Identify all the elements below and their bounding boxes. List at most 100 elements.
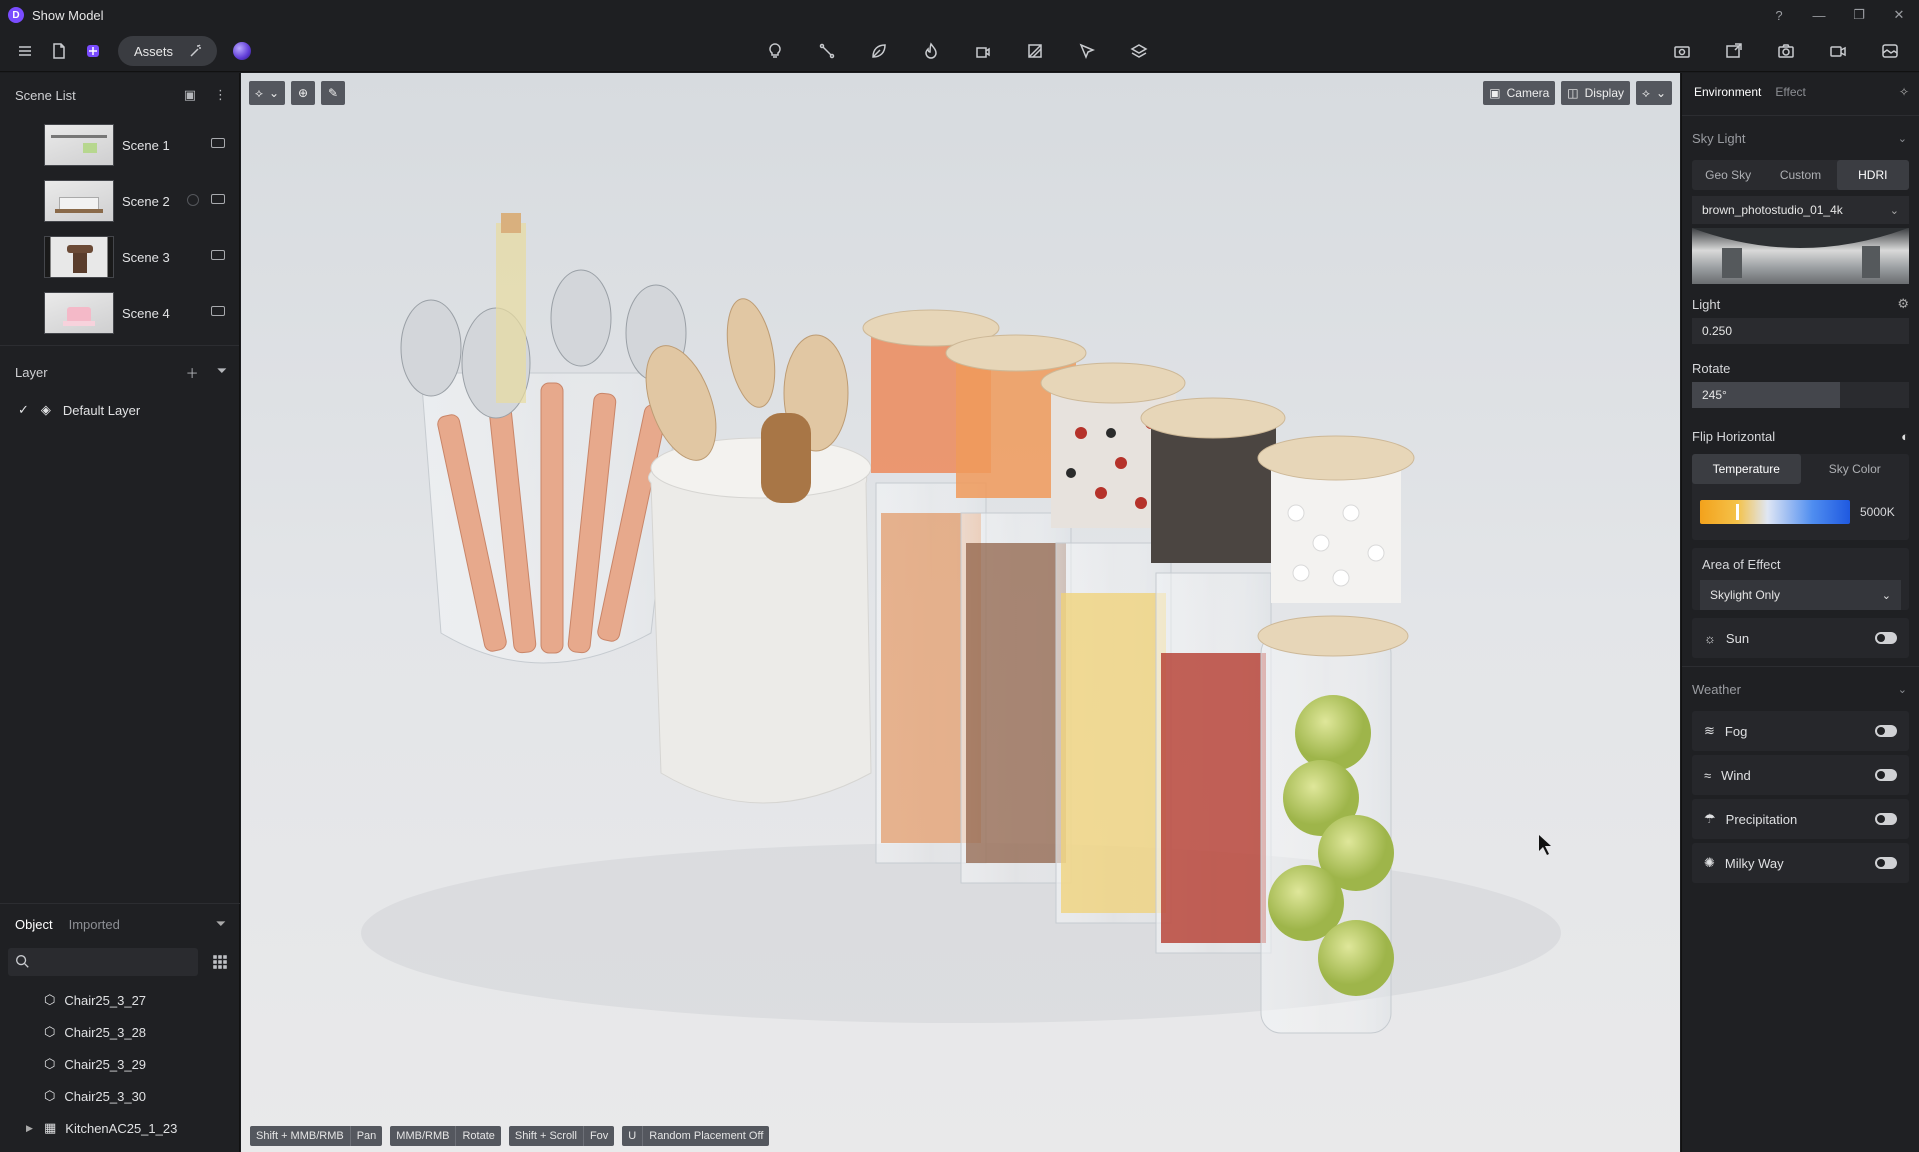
milky-way-toggle[interactable] bbox=[1875, 857, 1897, 869]
precipitation-toggle[interactable] bbox=[1875, 813, 1897, 825]
wind-toggle[interactable] bbox=[1875, 769, 1897, 781]
assets-button[interactable]: Assets bbox=[118, 36, 218, 66]
list-item[interactable]: ⬡ Chair25_3_30 bbox=[0, 1080, 240, 1112]
restore-button[interactable]: ❐ bbox=[1839, 0, 1879, 30]
sparkle-icon[interactable]: ✧ bbox=[1899, 85, 1909, 99]
hint-key: U bbox=[622, 1126, 644, 1146]
pen-tool-icon[interactable] bbox=[1072, 36, 1102, 66]
import-box-icon[interactable] bbox=[968, 36, 998, 66]
light-intensity-input[interactable]: 0.250 bbox=[1692, 318, 1909, 344]
mode-custom[interactable]: Custom bbox=[1764, 160, 1836, 190]
layer-item-default[interactable]: ✓ ◈ Default Layer bbox=[0, 394, 239, 426]
mode-geo-sky[interactable]: Geo Sky bbox=[1692, 160, 1764, 190]
export-image-icon[interactable] bbox=[1719, 36, 1749, 66]
scene-thumbnail bbox=[44, 292, 114, 334]
camera-icon[interactable] bbox=[211, 306, 225, 316]
slider-handle[interactable] bbox=[1736, 504, 1739, 520]
expand-caret-icon[interactable]: ▶ bbox=[26, 1123, 33, 1134]
tab-environment[interactable]: Environment bbox=[1694, 85, 1761, 99]
gizmo-button[interactable]: ⟡ ⌄ bbox=[1636, 81, 1672, 105]
weather-title: Weather bbox=[1692, 681, 1741, 697]
render-camera-icon[interactable] bbox=[1667, 36, 1697, 66]
magic-wand-icon[interactable] bbox=[187, 42, 205, 60]
hdri-select[interactable]: brown_photostudio_01_4k ⌄ bbox=[1692, 196, 1909, 224]
ai-sparkle-icon[interactable] bbox=[78, 36, 108, 66]
hint-key: Shift + Scroll bbox=[509, 1126, 584, 1146]
temperature-value: 5000K bbox=[1860, 505, 1895, 519]
object-search-input[interactable] bbox=[8, 948, 198, 976]
layer-header: Layer ＋ ⏷ bbox=[0, 350, 239, 394]
list-item[interactable]: ⬡ Chair25_3_27 bbox=[0, 984, 240, 1016]
light-settings-icon[interactable]: ⚙ bbox=[1897, 296, 1909, 312]
tab-temperature[interactable]: Temperature bbox=[1692, 454, 1801, 484]
scene-label: Scene 3 bbox=[122, 249, 170, 265]
sun-row: ☼ Sun bbox=[1692, 618, 1909, 658]
list-item[interactable]: ⬡ Chair25_3_29 bbox=[0, 1048, 240, 1080]
section-icon[interactable] bbox=[1020, 36, 1050, 66]
environment-panel: Environment Effect ✧ Sky Light ⌄ Geo Sky… bbox=[1681, 73, 1919, 1152]
eyedropper-icon: ✎ bbox=[327, 86, 339, 100]
file-icon[interactable] bbox=[44, 36, 74, 66]
filter-icon[interactable]: ⏷ bbox=[216, 916, 226, 932]
gallery-icon[interactable] bbox=[1875, 36, 1905, 66]
more-options-icon[interactable]: ⋮ bbox=[214, 87, 227, 103]
list-item[interactable]: ▶ ▦ KitchenAC25_1_23 bbox=[0, 1112, 240, 1144]
scene-label: Scene 2 bbox=[122, 193, 170, 209]
tab-imported[interactable]: Imported bbox=[69, 917, 120, 932]
snap-button[interactable]: ✎ bbox=[321, 81, 345, 105]
tab-object[interactable]: Object bbox=[15, 917, 53, 932]
add-scene-icon[interactable]: ▣ bbox=[184, 87, 196, 103]
leaf-icon[interactable] bbox=[864, 36, 894, 66]
scene-item-1[interactable]: Scene 1 bbox=[0, 117, 239, 173]
sun-toggle[interactable] bbox=[1875, 632, 1897, 644]
scene-thumbnail bbox=[44, 180, 114, 222]
scene-item-4[interactable]: Scene 4 bbox=[0, 285, 239, 341]
tab-effect[interactable]: Effect bbox=[1775, 85, 1805, 99]
material-sphere-icon[interactable] bbox=[233, 42, 252, 60]
camera-icon[interactable] bbox=[211, 250, 225, 260]
3d-viewport[interactable]: ⟡ ⌄ ⊕ ✎ ▣ Camera ◫ Display ⟡ ⌄ Shift + MMB/R… bbox=[241, 73, 1680, 1152]
rotate-slider[interactable]: 245° bbox=[1692, 382, 1909, 408]
camera-button[interactable]: ▣ Camera bbox=[1483, 81, 1556, 105]
contrast-toggle-icon[interactable]: ◐ bbox=[1901, 429, 1909, 444]
minimize-button[interactable]: — bbox=[1799, 0, 1839, 30]
scene-render bbox=[361, 213, 1561, 1034]
layers-icon[interactable] bbox=[1124, 36, 1154, 66]
fog-toggle[interactable] bbox=[1875, 725, 1897, 737]
fog-box: ≋ Fog bbox=[1692, 711, 1909, 751]
close-button[interactable]: ✕ bbox=[1879, 0, 1919, 30]
camera-icon[interactable] bbox=[211, 138, 225, 148]
camera-icon[interactable] bbox=[1771, 36, 1801, 66]
app-logo-icon: D bbox=[8, 7, 24, 23]
menu-icon[interactable] bbox=[10, 36, 40, 66]
video-icon[interactable] bbox=[1823, 36, 1853, 66]
sky-light-title: Sky Light bbox=[1692, 130, 1746, 146]
world-space-button[interactable]: ⊕ bbox=[291, 81, 315, 105]
search-icon bbox=[16, 955, 29, 968]
path-tool-icon[interactable] bbox=[812, 36, 842, 66]
check-icon[interactable]: ✓ bbox=[18, 402, 29, 418]
light-bulb-icon[interactable] bbox=[760, 36, 790, 66]
transform-mode-button[interactable]: ⟡ ⌄ bbox=[249, 81, 285, 105]
divider bbox=[0, 345, 239, 346]
scene-item-2[interactable]: Scene 2 bbox=[0, 173, 239, 229]
area-of-effect-select[interactable]: Skylight Only ⌄ bbox=[1700, 580, 1901, 610]
scene-item-3[interactable]: Scene 3 bbox=[0, 229, 239, 285]
hdri-preview[interactable] bbox=[1692, 228, 1909, 284]
tab-sky-color[interactable]: Sky Color bbox=[1801, 454, 1910, 484]
sky-light-header[interactable]: Sky Light ⌄ bbox=[1682, 120, 1919, 156]
grid-view-button[interactable] bbox=[206, 948, 234, 976]
help-icon[interactable]: ? bbox=[1759, 0, 1799, 30]
scene-label: Scene 4 bbox=[122, 305, 170, 321]
filter-icon[interactable]: ⏷ bbox=[217, 363, 227, 382]
flame-icon[interactable] bbox=[916, 36, 946, 66]
add-layer-icon[interactable]: ＋ bbox=[186, 363, 199, 382]
weather-header[interactable]: Weather ⌄ bbox=[1682, 671, 1919, 707]
mode-hdri[interactable]: HDRI bbox=[1836, 160, 1909, 190]
fog-row: ≋ Fog bbox=[1692, 711, 1909, 751]
camera-icon[interactable] bbox=[211, 194, 225, 204]
cube-icon: ⬡ bbox=[44, 992, 56, 1007]
display-button[interactable]: ◫ Display bbox=[1561, 81, 1630, 105]
temperature-slider[interactable] bbox=[1700, 500, 1850, 524]
list-item[interactable]: ⬡ Chair25_3_28 bbox=[0, 1016, 240, 1048]
